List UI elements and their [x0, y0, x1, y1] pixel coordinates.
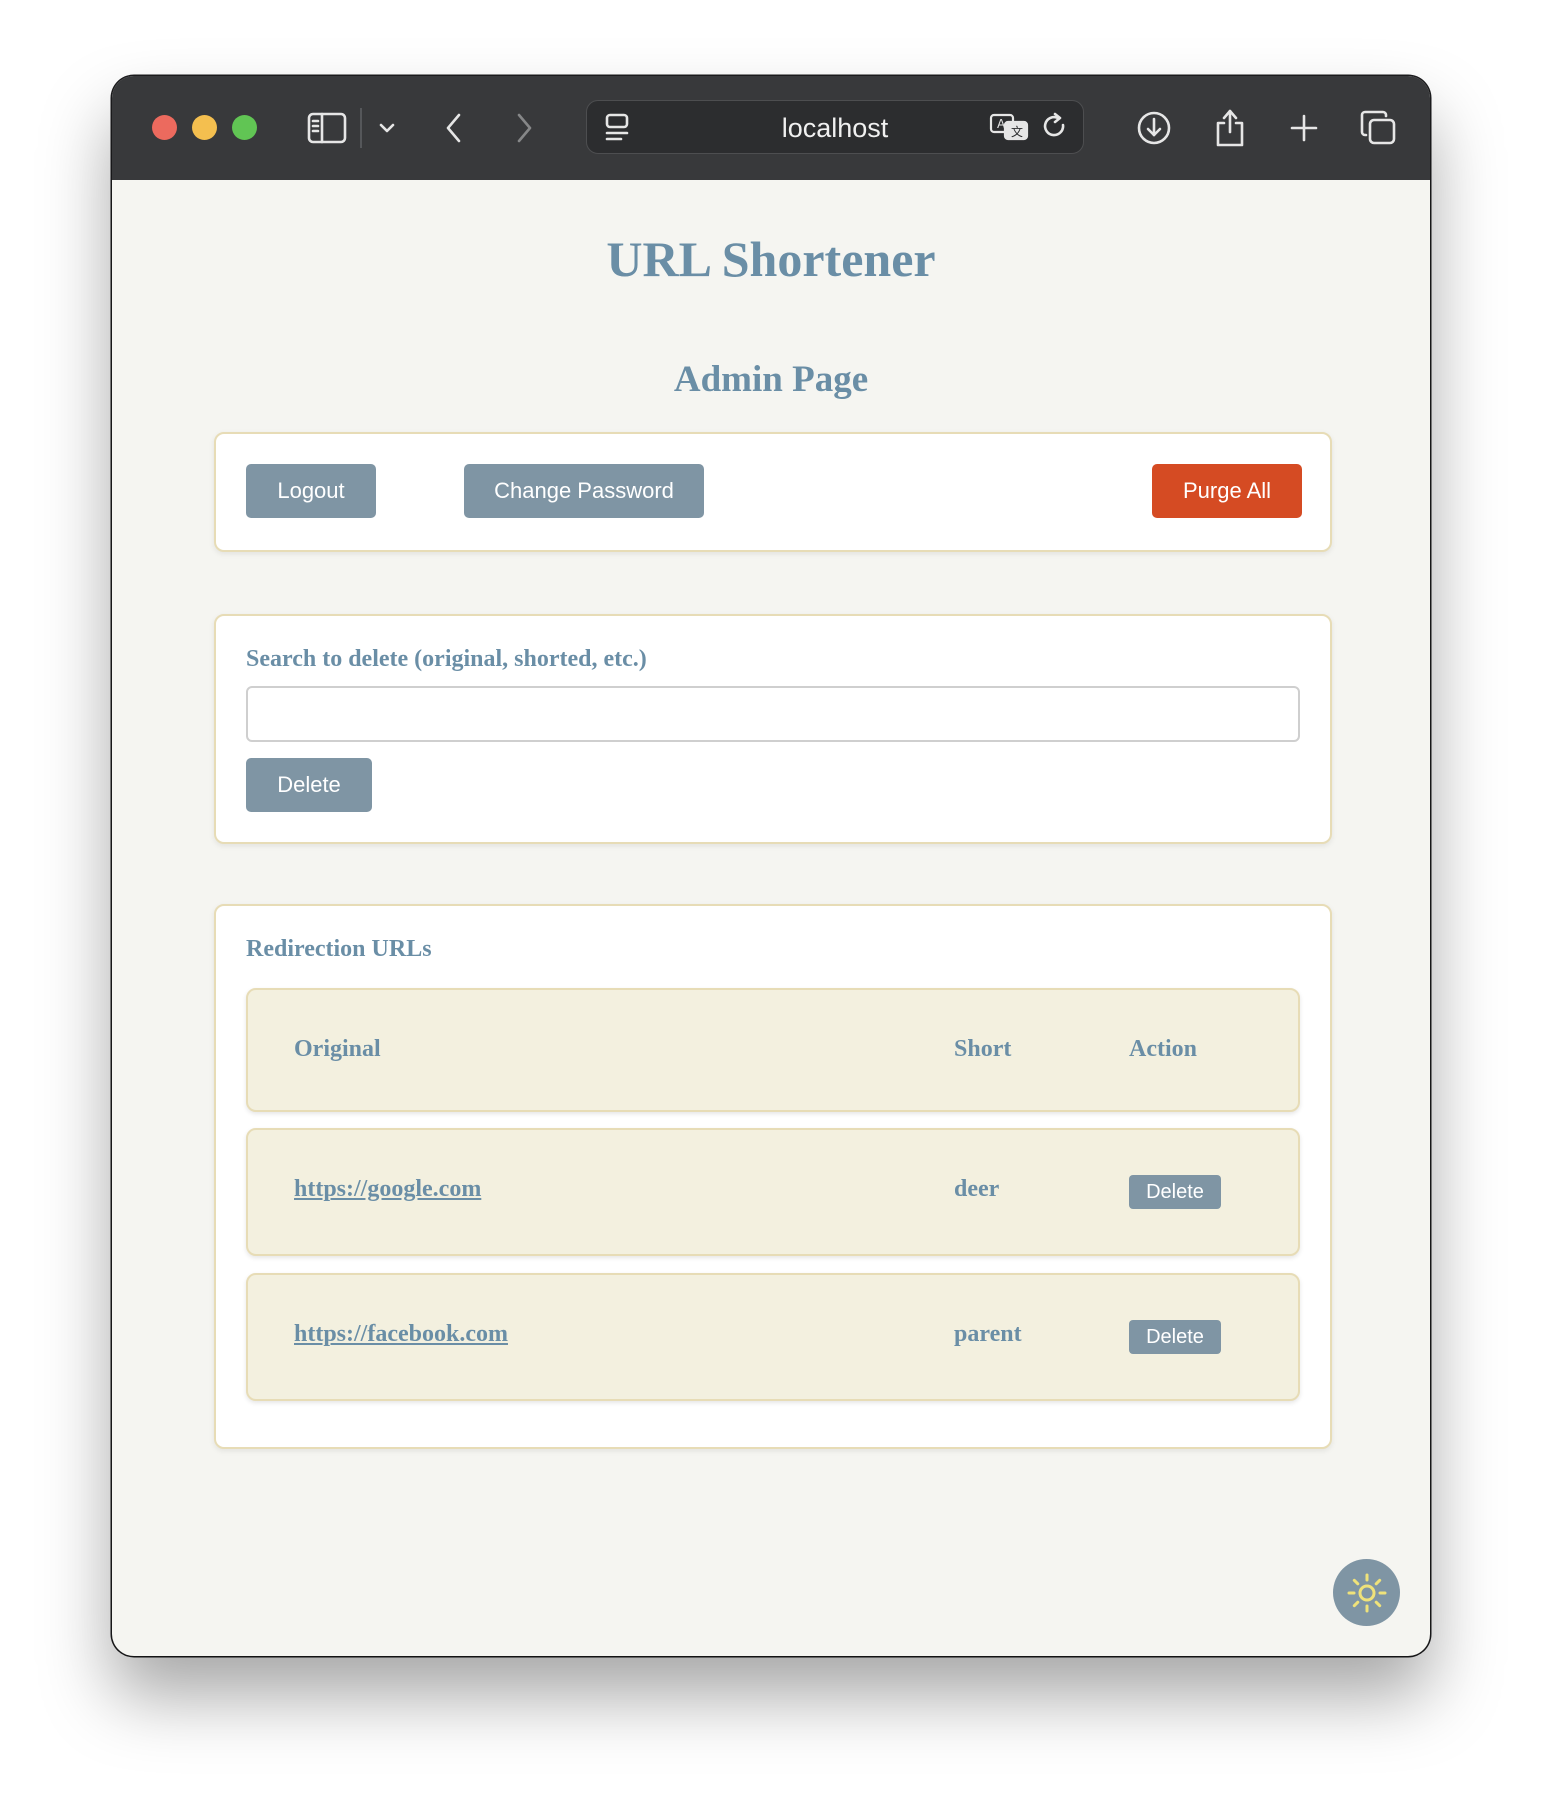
- forward-icon[interactable]: [502, 106, 546, 150]
- admin-actions-card: Logout Change Password Purge All: [214, 432, 1332, 552]
- redirection-urls-heading: Redirection URLs: [246, 936, 432, 962]
- close-window-button[interactable]: [152, 115, 177, 140]
- short-code-cell: deer: [954, 1176, 1000, 1202]
- browser-toolbar: localhost A文: [112, 76, 1430, 180]
- column-header-action: Action: [1129, 1036, 1197, 1062]
- table-header-row: Original Short Action: [246, 988, 1300, 1112]
- reload-icon[interactable]: [1033, 105, 1077, 149]
- toolbar-divider: [360, 108, 362, 148]
- logout-button[interactable]: Logout: [246, 464, 376, 518]
- translate-icon[interactable]: A文: [987, 105, 1031, 149]
- share-icon[interactable]: [1208, 106, 1252, 150]
- download-icon[interactable]: [1132, 106, 1176, 150]
- sun-icon: [1347, 1573, 1386, 1612]
- column-header-short: Short: [954, 1036, 1012, 1062]
- back-icon[interactable]: [432, 106, 476, 150]
- original-url-link[interactable]: https://facebook.com: [294, 1321, 508, 1347]
- redirection-urls-card: Redirection URLs Original Short Action h…: [214, 904, 1332, 1449]
- purge-all-button[interactable]: Purge All: [1152, 464, 1302, 518]
- browser-window: localhost A文 URL Shortener Admin Page Lo…: [112, 76, 1430, 1656]
- short-code-cell: parent: [954, 1321, 1022, 1347]
- svg-text:文: 文: [1011, 124, 1023, 139]
- theme-toggle-button[interactable]: [1333, 1559, 1400, 1626]
- change-password-button[interactable]: Change Password: [464, 464, 704, 518]
- table-row: https://google.com deer Delete: [246, 1128, 1300, 1256]
- table-row: https://facebook.com parent Delete: [246, 1273, 1300, 1401]
- row-delete-button[interactable]: Delete: [1129, 1175, 1221, 1209]
- sidebar-icon[interactable]: [305, 106, 349, 150]
- search-label: Search to delete (original, shorted, etc…: [246, 646, 647, 672]
- svg-text:A: A: [997, 117, 1006, 131]
- minimize-window-button[interactable]: [192, 115, 217, 140]
- maximize-window-button[interactable]: [232, 115, 257, 140]
- original-url-link[interactable]: https://google.com: [294, 1176, 481, 1202]
- search-input[interactable]: [246, 686, 1300, 742]
- new-tab-icon[interactable]: [1282, 106, 1326, 150]
- row-delete-button[interactable]: Delete: [1129, 1320, 1221, 1354]
- search-delete-button[interactable]: Delete: [246, 758, 372, 812]
- original-url-cell: https://google.com: [294, 1176, 481, 1203]
- chevron-down-icon[interactable]: [365, 106, 409, 150]
- page-subtitle: Admin Page: [673, 359, 869, 400]
- page-content: URL Shortener Admin Page Logout Change P…: [112, 180, 1430, 1656]
- search-delete-card: Search to delete (original, shorted, etc…: [214, 614, 1332, 844]
- column-header-original: Original: [294, 1036, 381, 1062]
- tabs-overview-icon[interactable]: [1356, 106, 1400, 150]
- original-url-cell: https://facebook.com: [294, 1321, 508, 1348]
- address-bar[interactable]: localhost A文: [586, 100, 1084, 154]
- page-title: URL Shortener: [606, 231, 936, 287]
